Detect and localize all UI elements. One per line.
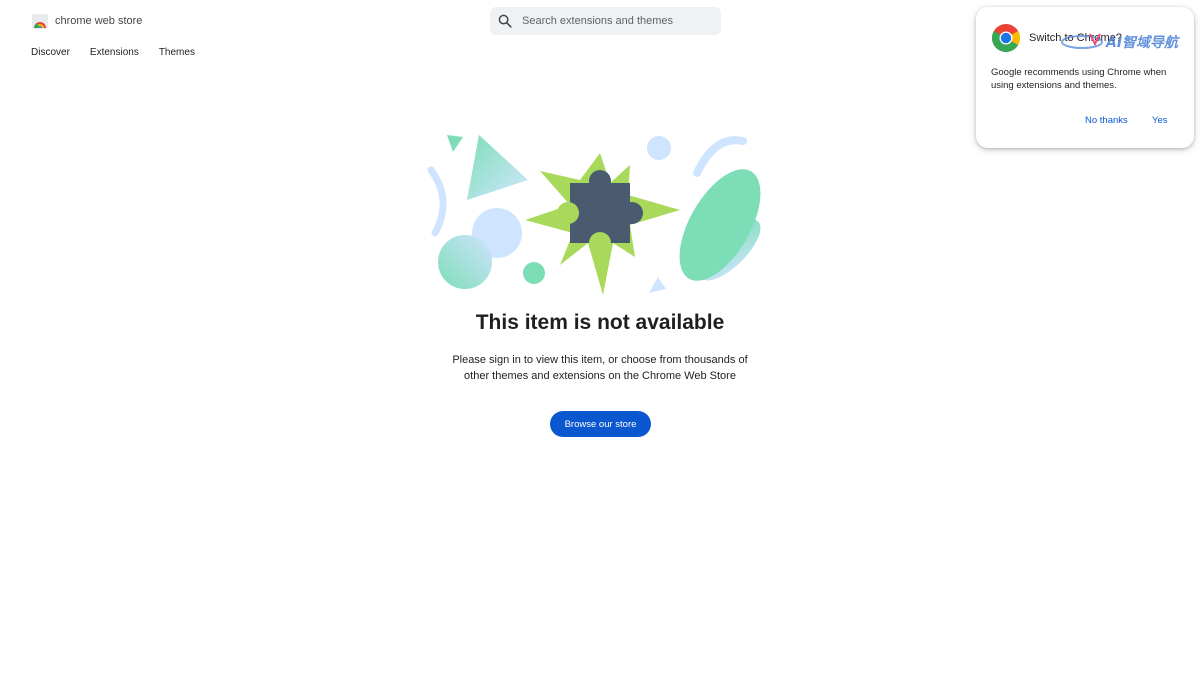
subtitle-line-1: Please sign in to view this item, or cho… <box>452 354 748 366</box>
switch-to-chrome-dialog: Switch to Chrome? Google recommends usin… <box>976 7 1194 148</box>
nav-themes[interactable]: Themes <box>159 47 195 58</box>
store-logo-text: chrome web store <box>55 15 143 27</box>
search-input[interactable] <box>522 15 702 27</box>
chrome-icon <box>992 24 1020 52</box>
main-nav: Discover Extensions Themes <box>31 47 195 58</box>
item-unavailable-illustration <box>427 135 761 295</box>
store-logo[interactable]: chrome web store <box>31 12 142 30</box>
search-icon[interactable] <box>498 14 512 28</box>
nav-extensions[interactable]: Extensions <box>90 47 139 58</box>
no-thanks-button[interactable]: No thanks <box>1085 115 1128 126</box>
search-bar[interactable] <box>490 7 721 35</box>
page-subtitle: Please sign in to view this item, or cho… <box>450 352 750 384</box>
yes-button[interactable]: Yes <box>1152 115 1168 126</box>
nav-discover[interactable]: Discover <box>31 47 70 58</box>
browse-store-button[interactable]: Browse our store <box>550 411 651 437</box>
dialog-body: Google recommends using Chrome when usin… <box>991 67 1167 91</box>
page-title: This item is not available <box>475 311 725 334</box>
watermark-text: AI智域导航 <box>1105 34 1180 51</box>
watermark-logo: AI智域导航 <box>1061 33 1180 51</box>
subtitle-line-2: other themes and extensions on the Chrom… <box>464 370 736 382</box>
chrome-web-store-icon <box>32 14 48 29</box>
